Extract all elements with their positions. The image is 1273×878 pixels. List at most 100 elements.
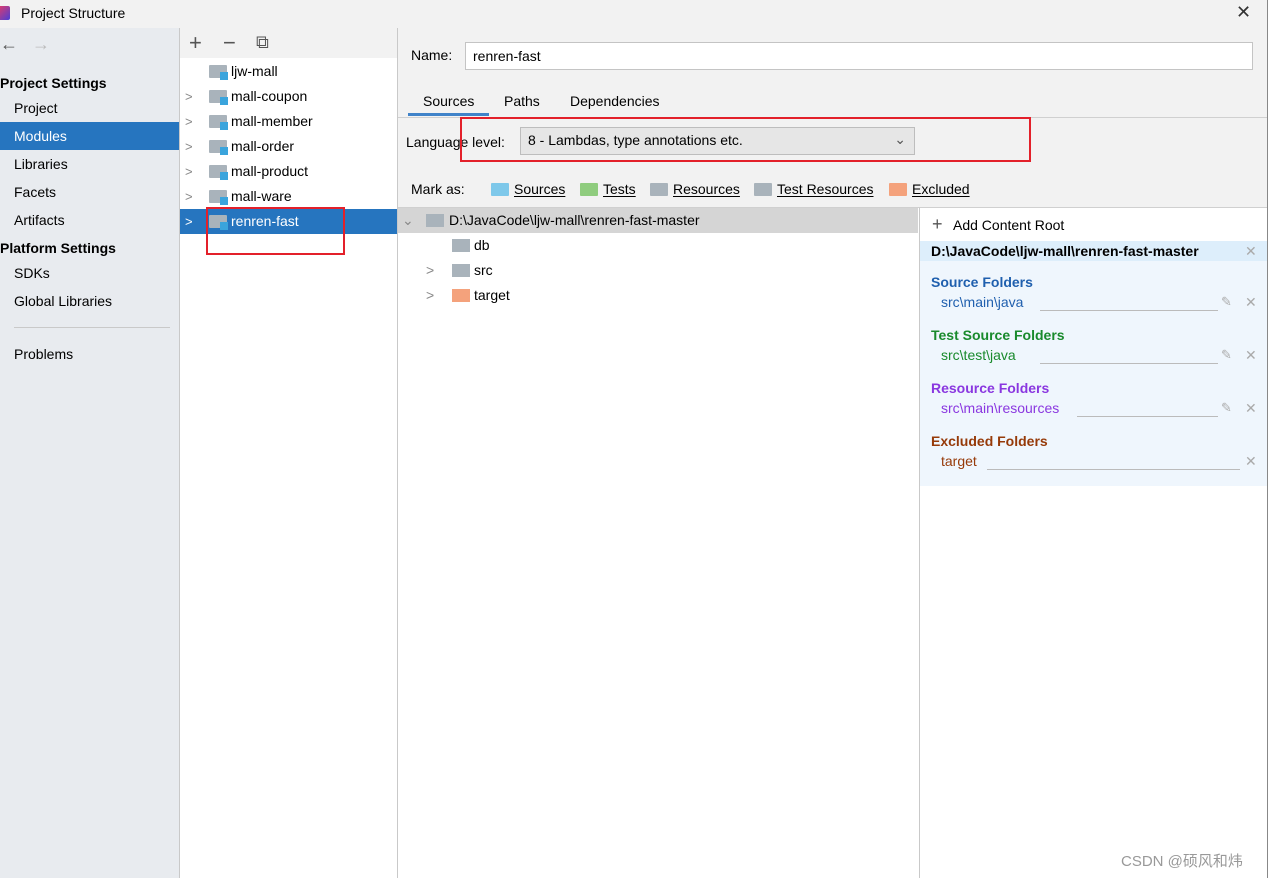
tree-label: db: [474, 237, 490, 253]
section-path[interactable]: target: [941, 453, 977, 469]
watermark: CSDN @硕风和炜: [1121, 853, 1243, 870]
module-label: ljw-mall: [231, 63, 278, 79]
module-item[interactable]: > mall-coupon: [180, 84, 397, 109]
chevron-right-icon[interactable]: >: [185, 109, 193, 134]
divider: [14, 327, 170, 328]
sidebar-item-project[interactable]: Project: [0, 94, 179, 122]
sidebar-item-global-libraries[interactable]: Global Libraries: [0, 287, 179, 315]
add-content-root-button[interactable]: Add Content Root: [953, 217, 1064, 233]
mark-as-test-resources-button[interactable]: Test Resources: [754, 181, 873, 197]
content-root-path: D:\JavaCode\ljw-mall\renren-fast-master: [931, 243, 1199, 259]
sidebar: ← → Project Settings Project Modules Lib…: [0, 28, 180, 878]
forward-icon[interactable]: →: [32, 34, 50, 55]
module-item[interactable]: > mall-member: [180, 109, 397, 134]
folder-icon: [452, 264, 470, 277]
module-item[interactable]: > mall-product: [180, 159, 397, 184]
folder-icon: [426, 214, 444, 227]
folder-icon: [650, 182, 668, 196]
mark-as-excluded-button[interactable]: Excluded: [889, 181, 970, 197]
module-item[interactable]: ljw-mall: [180, 59, 397, 84]
section-path[interactable]: src\test\java: [941, 347, 1016, 363]
chevron-right-icon[interactable]: >: [185, 159, 193, 184]
annotation-box-language: [460, 117, 1031, 162]
back-icon[interactable]: ←: [0, 34, 18, 55]
title-bar: Project Structure ✕: [0, 0, 1267, 28]
module-item[interactable]: > mall-order: [180, 134, 397, 159]
close-icon[interactable]: ✕: [1245, 294, 1257, 311]
sidebar-item-artifacts[interactable]: Artifacts: [0, 206, 179, 234]
close-icon[interactable]: ✕: [1236, 2, 1251, 23]
mark-as-resources-button[interactable]: Resources: [650, 181, 740, 197]
folder-icon: [889, 182, 907, 196]
chevron-right-icon[interactable]: >: [185, 84, 193, 109]
tab-dependencies[interactable]: Dependencies: [555, 86, 675, 116]
platform-settings-header: Platform Settings: [0, 240, 116, 256]
content-tree: ⌄ D:\JavaCode\ljw-mall\renren-fast-maste…: [398, 207, 919, 878]
tree-label: target: [474, 287, 510, 303]
module-folder-icon: [209, 65, 228, 80]
section-path[interactable]: src\main\java: [941, 294, 1023, 310]
mark-as-tests-button[interactable]: Tests: [580, 181, 636, 197]
module-item[interactable]: > mall-ware: [180, 184, 397, 209]
section-title: Source Folders: [931, 274, 1033, 290]
close-icon[interactable]: ✕: [1245, 400, 1257, 417]
sidebar-item-modules[interactable]: Modules: [0, 122, 179, 150]
window-title: Project Structure: [21, 5, 126, 21]
edit-icon[interactable]: ✎: [1221, 347, 1232, 363]
sidebar-item-sdks[interactable]: SDKs: [0, 259, 179, 287]
tree-label: src: [474, 262, 493, 278]
add-icon[interactable]: +: [189, 30, 202, 56]
tab-sources[interactable]: Sources: [408, 86, 490, 116]
sidebar-item-libraries[interactable]: Libraries: [0, 150, 179, 178]
module-label: mall-ware: [231, 188, 292, 204]
annotation-box-module: [206, 207, 345, 255]
plus-icon[interactable]: +: [932, 214, 943, 235]
module-label: mall-coupon: [231, 88, 308, 104]
chevron-right-icon[interactable]: >: [185, 134, 193, 159]
folder-icon: [452, 289, 470, 302]
name-input[interactable]: [465, 42, 1253, 70]
chevron-right-icon[interactable]: >: [426, 258, 434, 283]
chevron-right-icon[interactable]: >: [185, 184, 193, 209]
section-path[interactable]: src\main\resources: [941, 400, 1059, 416]
content-root-box: D:\JavaCode\ljw-mall\renren-fast-master …: [920, 241, 1268, 486]
app-icon: [0, 6, 10, 20]
module-folder-icon: [209, 190, 228, 205]
module-toolbar: + − ⧉: [180, 28, 397, 58]
copy-icon[interactable]: ⧉: [256, 32, 269, 53]
folder-icon: [580, 182, 598, 196]
close-icon[interactable]: ✕: [1245, 453, 1257, 470]
background-window-edge: [1267, 0, 1273, 878]
project-settings-header: Project Settings: [0, 75, 107, 91]
module-label: mall-member: [231, 113, 313, 129]
chevron-right-icon[interactable]: >: [185, 209, 193, 234]
tree-root-label: D:\JavaCode\ljw-mall\renren-fast-master: [449, 212, 700, 228]
module-label: mall-order: [231, 138, 295, 154]
module-folder-icon: [209, 115, 228, 130]
tree-root-row[interactable]: ⌄ D:\JavaCode\ljw-mall\renren-fast-maste…: [398, 208, 918, 233]
tree-row[interactable]: db: [398, 233, 918, 258]
edit-icon[interactable]: ✎: [1221, 294, 1232, 310]
section-title: Test Source Folders: [931, 327, 1065, 343]
close-icon[interactable]: ✕: [1245, 347, 1257, 364]
close-icon[interactable]: ✕: [1245, 243, 1257, 260]
mark-as-label: Mark as:: [411, 181, 465, 197]
tree-row[interactable]: > target: [398, 283, 918, 308]
section-title: Resource Folders: [931, 380, 1050, 396]
tree-row[interactable]: > src: [398, 258, 918, 283]
folder-icon: [491, 182, 509, 196]
folder-icon: [452, 239, 470, 252]
module-folder-icon: [209, 140, 228, 155]
chevron-right-icon[interactable]: >: [426, 283, 434, 308]
module-folder-icon: [209, 165, 228, 180]
edit-icon[interactable]: ✎: [1221, 400, 1232, 416]
remove-icon[interactable]: −: [223, 30, 236, 56]
module-folder-icon: [209, 90, 228, 105]
chevron-down-icon[interactable]: ⌄: [402, 208, 414, 233]
sidebar-item-facets[interactable]: Facets: [0, 178, 179, 206]
sidebar-item-problems[interactable]: Problems: [0, 340, 179, 368]
tab-paths[interactable]: Paths: [489, 86, 555, 116]
mark-as-sources-button[interactable]: Sources: [491, 181, 565, 197]
name-label: Name:: [411, 47, 453, 63]
module-label: mall-product: [231, 163, 309, 179]
